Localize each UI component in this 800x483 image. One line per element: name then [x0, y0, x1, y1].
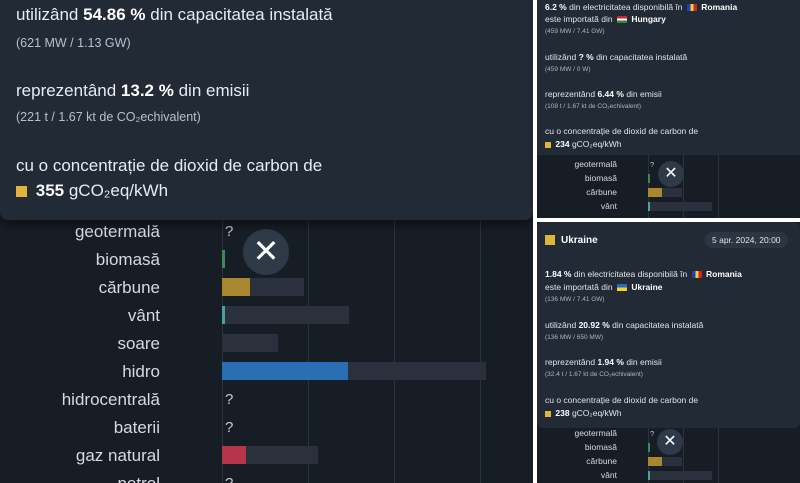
intensity-value-line: 234 gCO₂eq/kWh	[545, 139, 622, 149]
grid-line	[480, 220, 481, 483]
import-line-1: 1.84 % din electricitatea disponibilă în…	[545, 269, 742, 279]
capacity-sub: (459 MW / 0 W)	[545, 66, 591, 73]
row-label-wind: vânt	[600, 470, 617, 480]
import-sub: (136 MW / 7.41 GW)	[545, 296, 605, 303]
carbon-intensity-square-icon	[545, 235, 555, 245]
row-label-biomass: biomasă	[95, 250, 160, 269]
capacity-line: utilizând ? % din capacitatea instalată	[545, 52, 688, 62]
bar-coal[interactable]	[648, 188, 662, 197]
bar-biomass[interactable]	[648, 174, 650, 183]
capacity-sub: (621 MW / 1.13 GW)	[16, 36, 131, 50]
import-sub: (459 MW / 7.41 GW)	[545, 28, 605, 35]
close-icon[interactable]: ✕	[243, 229, 289, 275]
row-unknown-geothermal: ?	[225, 223, 234, 240]
bar-biomass[interactable]	[222, 250, 225, 268]
top-right-panel: geotermală ? biomasă cărbune vânt ✕ 6.2 …	[537, 0, 800, 218]
row-label-geothermal: geotermală	[574, 159, 617, 169]
bar-track-wind	[648, 471, 712, 480]
grid-line	[394, 220, 395, 483]
carbon-intensity-square-icon	[545, 410, 551, 417]
row-unknown-batteries: ?	[225, 419, 234, 436]
bar-coal[interactable]	[222, 278, 250, 296]
tooltip: 6.2 % din electricitatea disponibilă în …	[537, 0, 800, 155]
row-label-coal: cărbune	[98, 278, 160, 297]
tooltip: Ukraine 5 apr. 2024, 20:00 1.84 % din el…	[537, 222, 800, 428]
import-line-2: este importată din Ukraine	[545, 282, 663, 292]
row-unknown-geothermal: ?	[650, 160, 655, 169]
row-unknown-geothermal: ?	[650, 429, 655, 438]
bar-biomass[interactable]	[648, 443, 650, 452]
emissions-line: reprezentând 13.2 % din emisii	[16, 81, 250, 100]
grid-line	[718, 155, 719, 218]
row-label-oil: petrol	[0, 474, 160, 483]
bar-track-wind	[648, 202, 712, 211]
ukraine-flag-icon	[616, 284, 627, 292]
emissions-sub: (32.4 t / 1.67 kt de CO₂echivalent)	[545, 371, 643, 378]
row-label-batteries: baterii	[113, 418, 160, 437]
emissions-line: reprezentând 6.44 % din emisii	[545, 89, 662, 99]
capacity-sub: (136 MW / 650 MW)	[545, 334, 604, 341]
row-label-geothermal: geotermală	[74, 222, 160, 241]
row-unknown-oil: ?	[225, 475, 233, 483]
row-label-coal: cărbune	[586, 456, 617, 466]
row-label-gas: gaz natural	[75, 446, 160, 465]
intensity-line: cu o concentrație de dioxid de carbon de	[16, 156, 323, 175]
bar-gas[interactable]	[222, 446, 246, 464]
zone-name: Ukraine	[561, 235, 598, 246]
row-label-wind: vânt	[127, 306, 160, 325]
import-line-1: 6.2 % din electricitatea disponibilă în …	[545, 2, 738, 12]
intensity-value-line: 355 gCO₂eq/kWh	[16, 181, 168, 201]
capacity-line: utilizând 54.86 % din capacitatea instal…	[16, 5, 333, 24]
romania-flag-icon	[691, 271, 702, 279]
emissions-sub: (221 t / 1.67 kt de CO₂echivalent)	[16, 110, 201, 124]
row-label-geothermal: geotermală	[574, 428, 617, 438]
row-label-wind: vânt	[600, 201, 617, 211]
date-badge[interactable]: 5 apr. 2024, 20:00	[705, 232, 788, 248]
bar-hydro[interactable]	[222, 362, 348, 380]
close-icon[interactable]: ✕	[657, 429, 683, 455]
romania-flag-icon	[686, 4, 697, 12]
row-label-hydro: hidro	[122, 362, 160, 381]
row-label-hydro-storage: hidrocentrală	[61, 390, 160, 409]
bar-track-wind	[222, 306, 349, 324]
close-icon[interactable]: ✕	[658, 161, 684, 187]
bar-coal[interactable]	[648, 457, 662, 466]
bar-wind[interactable]	[648, 202, 650, 211]
intensity-line: cu o concentrație de dioxid de carbon de	[545, 395, 699, 405]
capacity-line: utilizând 20.92 % din capacitatea instal…	[545, 320, 704, 330]
emissions-line: reprezentând 1.94 % din emisii	[545, 357, 662, 367]
bar-wind[interactable]	[648, 471, 650, 480]
carbon-intensity-square-icon	[16, 186, 27, 198]
emissions-sub: (108 t / 1.67 kt de CO₂echivalent)	[545, 103, 642, 110]
bar-wind[interactable]	[222, 306, 225, 324]
intensity-line: cu o concentrație de dioxid de carbon de	[545, 126, 699, 136]
row-label-solar: soare	[117, 334, 160, 353]
row-unknown-hydro-storage: ?	[225, 391, 234, 408]
intensity-value-line: 238 gCO₂eq/kWh	[545, 408, 622, 418]
hungary-flag-icon	[616, 16, 627, 24]
bar-track-solar	[222, 334, 278, 352]
grid-line	[718, 428, 719, 483]
tooltip: utilizând 54.86 % din capacitatea instal…	[0, 0, 533, 220]
row-label-biomass: biomasă	[584, 173, 617, 183]
left-panel: geotermală ? biomasă cărbune vânt soare …	[0, 0, 533, 483]
row-label-coal: cărbune	[586, 187, 617, 197]
bottom-right-panel: geotermală ? biomasă cărbune vânt ✕ Ukra…	[537, 222, 800, 483]
row-label-biomass: biomasă	[584, 442, 617, 452]
carbon-intensity-square-icon	[545, 141, 551, 148]
import-line-2: este importată din Hungary	[545, 14, 666, 24]
grid-line	[308, 220, 309, 483]
